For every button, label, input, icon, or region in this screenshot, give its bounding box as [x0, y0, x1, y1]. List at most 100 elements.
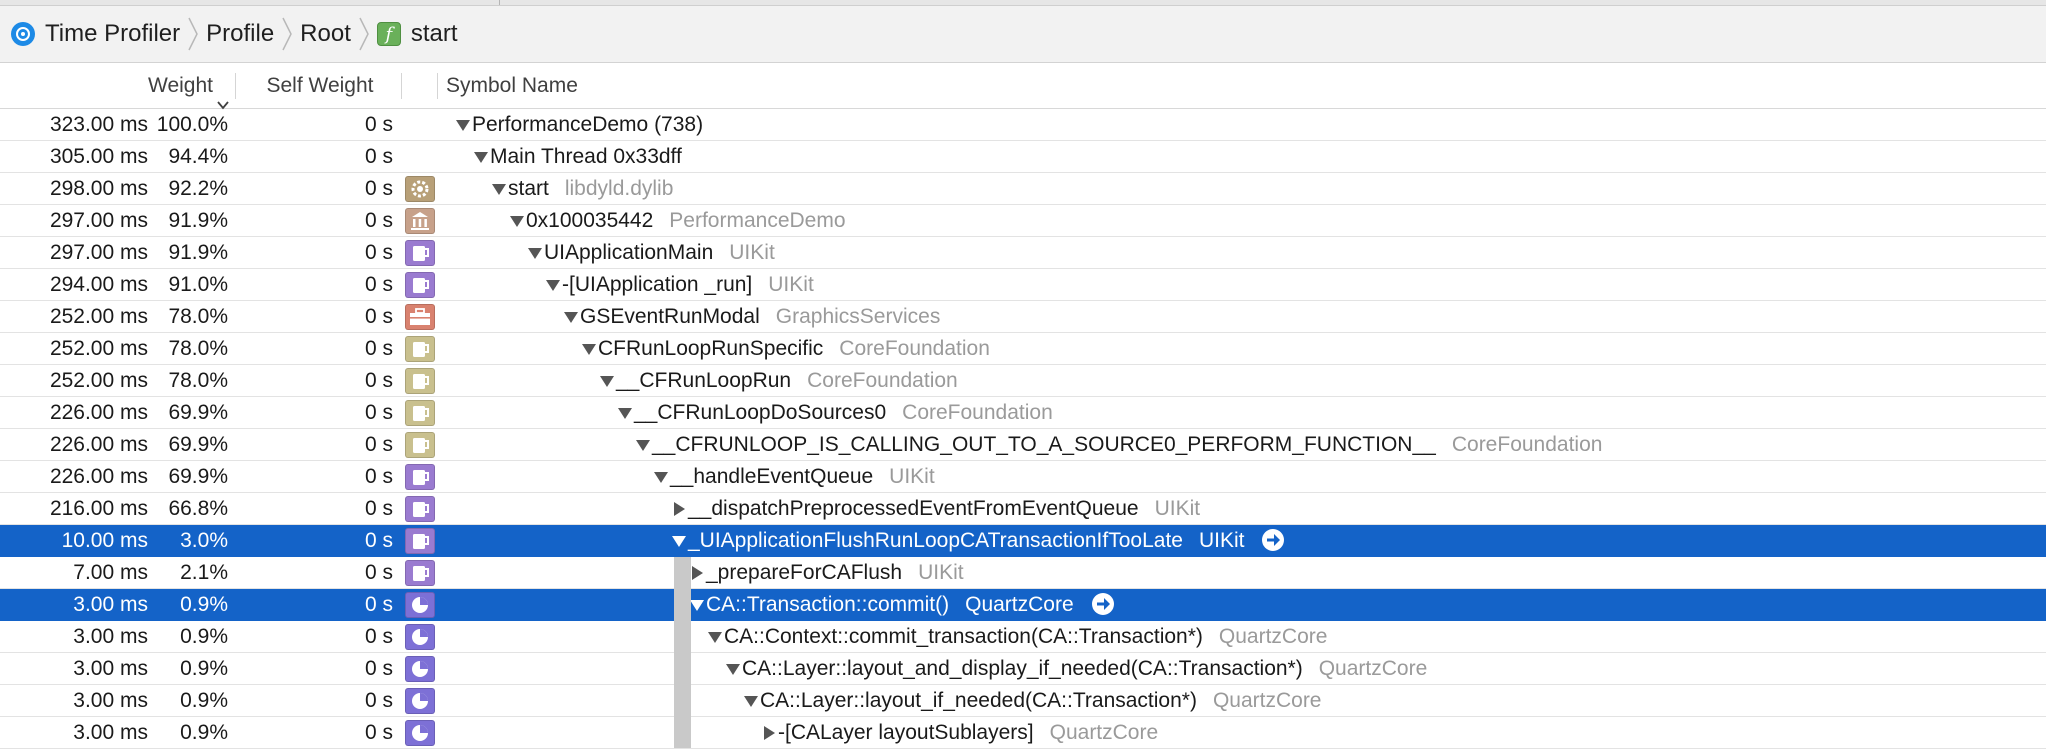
disclosure-triangle-expanded-icon[interactable] — [725, 654, 741, 675]
table-row[interactable]: 297.00 ms 91.9% 0 s 0x100035442 PerformanceD… — [0, 205, 2046, 237]
table-row[interactable]: 3.00 ms 0.9% 0 s -[CALayer layoutSublayers]… — [0, 717, 2046, 749]
table-row[interactable]: 305.00 ms 94.4% 0 s Main Thread 0x33dff — [0, 141, 2046, 173]
pie-icon — [405, 656, 435, 682]
breadcrumb-item-time-profiler[interactable]: Time Profiler — [0, 6, 180, 62]
weight-percent-cell: 92.2% — [168, 177, 228, 200]
table-row[interactable]: 226.00 ms 69.9% 0 s __CFRunLoopDoSources0 Co… — [0, 397, 2046, 429]
column-header-symbol-name[interactable]: Symbol Name — [446, 63, 578, 108]
tree-gutter-bar — [674, 557, 691, 748]
weight-ms-cell: 252.00 ms — [49, 369, 148, 392]
disclosure-triangle-collapsed-icon[interactable] — [689, 558, 705, 580]
disclosure-triangle-expanded-icon[interactable] — [689, 590, 705, 611]
table-row[interactable]: 298.00 ms 92.2% 0 s start libdyld.dylib — [0, 173, 2046, 205]
symbol-cell: CA::Context::commit_transaction(CA::Tran… — [707, 621, 1327, 652]
breadcrumb-label: Root — [300, 20, 351, 47]
cup-icon — [405, 368, 435, 394]
table-row[interactable]: 323.00 ms 100.0% 0 s PerformanceDemo (738) — [0, 109, 2046, 141]
weight-ms-cell: 305.00 ms — [49, 145, 148, 168]
table-row[interactable]: 3.00 ms 0.9% 0 s CA::Transaction::commit() Q… — [0, 589, 2046, 621]
disclosure-triangle-expanded-icon[interactable] — [671, 526, 687, 547]
disclosure-triangle-expanded-icon[interactable] — [545, 270, 561, 291]
weight-percent-cell: 2.1% — [180, 561, 228, 584]
cup-icon — [405, 432, 435, 458]
weight-ms-cell: 3.00 ms — [73, 721, 148, 744]
table-row[interactable]: 226.00 ms 69.9% 0 s __CFRUNLOOP_IS_CALLING_… — [0, 429, 2046, 461]
mug-icon — [405, 464, 435, 490]
breadcrumb-item-start[interactable]: f start — [376, 6, 458, 62]
navigate-arrow-icon[interactable] — [1091, 593, 1114, 615]
symbol-cell: Main Thread 0x33dff — [473, 141, 682, 172]
disclosure-triangle-expanded-icon[interactable] — [743, 686, 759, 707]
disclosure-triangle-expanded-icon[interactable] — [491, 174, 507, 195]
pie-icon — [405, 720, 435, 746]
library-name: UIKit — [1198, 529, 1245, 552]
symbol-cell: -[CALayer layoutSublayers] QuartzCore — [761, 717, 1158, 748]
disclosure-triangle-expanded-icon[interactable] — [581, 334, 597, 355]
table-row[interactable]: 252.00 ms 78.0% 0 s GSEventRunModal Graphics… — [0, 301, 2046, 333]
table-row[interactable]: 3.00 ms 0.9% 0 s CA::Layer::layout_and_disp… — [0, 653, 2046, 685]
column-divider[interactable] — [437, 73, 438, 99]
weight-percent-cell: 69.9% — [168, 465, 228, 488]
disclosure-triangle-expanded-icon[interactable] — [563, 302, 579, 323]
symbol-cell: UIApplicationMain UIKit — [527, 237, 775, 268]
table-row[interactable]: 226.00 ms 69.9% 0 s __handleEventQueue UIKit — [0, 461, 2046, 493]
symbol-name: -[CALayer layoutSublayers] — [778, 721, 1034, 744]
breadcrumb-item-root[interactable]: Root — [300, 6, 351, 62]
table-row[interactable]: 297.00 ms 91.9% 0 s UIApplicationMain UIKit — [0, 237, 2046, 269]
symbol-name: __dispatchPreprocessedEventFromEventQueu… — [688, 497, 1139, 520]
disclosure-triangle-expanded-icon[interactable] — [509, 206, 525, 227]
call-tree-table: 323.00 ms 100.0% 0 s PerformanceDemo (738) 3… — [0, 109, 2046, 749]
breadcrumb-label: start — [410, 20, 458, 47]
cup-icon — [405, 336, 435, 362]
breadcrumb-item-profile[interactable]: Profile — [206, 6, 274, 62]
column-divider[interactable] — [401, 73, 402, 99]
library-name: QuartzCore — [965, 593, 1074, 616]
weight-percent-cell: 69.9% — [168, 433, 228, 456]
library-name: CoreFoundation — [1451, 433, 1603, 456]
library-name: PerformanceDemo — [669, 209, 846, 232]
table-header: Weight Self Weight Symbol Name — [0, 63, 2046, 110]
weight-percent-cell: 100.0% — [156, 113, 228, 136]
weight-percent-cell: 78.0% — [168, 337, 228, 360]
disclosure-triangle-collapsed-icon[interactable] — [671, 494, 687, 516]
self-weight-cell: 0 s — [364, 689, 393, 712]
weight-percent-cell: 78.0% — [168, 305, 228, 328]
disclosure-triangle-expanded-icon[interactable] — [653, 462, 669, 483]
breadcrumb: Time Profiler Profile Root f start — [0, 6, 2046, 63]
self-weight-cell: 0 s — [364, 529, 393, 552]
cup-icon — [405, 400, 435, 426]
column-header-self-weight[interactable]: Self Weight — [236, 63, 404, 108]
table-row[interactable]: 294.00 ms 91.0% 0 s -[UIApplication _run] UI… — [0, 269, 2046, 301]
table-row[interactable]: 10.00 ms 3.0% 0 s _UIApplicationFlushRunLoo… — [0, 525, 2046, 557]
disclosure-triangle-expanded-icon[interactable] — [617, 398, 633, 419]
self-weight-cell: 0 s — [364, 465, 393, 488]
navigate-arrow-icon[interactable] — [1262, 529, 1285, 551]
self-weight-cell: 0 s — [364, 401, 393, 424]
table-row[interactable]: 3.00 ms 0.9% 0 s CA::Layer::layout_if_neede… — [0, 685, 2046, 717]
table-row[interactable]: 3.00 ms 0.9% 0 s CA::Context::commit_transa… — [0, 621, 2046, 653]
table-row[interactable]: 7.00 ms 2.1% 0 s _prepareForCAFlush UIKit — [0, 557, 2046, 589]
library-name: QuartzCore — [1049, 721, 1159, 744]
table-row[interactable]: 216.00 ms 66.8% 0 s __dispatchPreprocessedE… — [0, 493, 2046, 525]
symbol-name: CFRunLoopRunSpecific — [598, 337, 824, 360]
disclosure-triangle-expanded-icon[interactable] — [455, 110, 471, 131]
symbol-cell: _prepareForCAFlush UIKit — [689, 557, 964, 588]
library-name: UIKit — [768, 273, 814, 296]
column-header-weight[interactable]: Weight — [0, 63, 230, 110]
library-name: QuartzCore — [1212, 689, 1322, 712]
disclosure-triangle-expanded-icon[interactable] — [635, 430, 651, 451]
disclosure-triangle-collapsed-icon[interactable] — [761, 718, 777, 740]
self-weight-cell: 0 s — [364, 433, 393, 456]
weight-ms-cell: 3.00 ms — [73, 625, 148, 648]
weight-ms-cell: 226.00 ms — [49, 465, 148, 488]
table-row[interactable]: 252.00 ms 78.0% 0 s CFRunLoopRunSpecific Cor… — [0, 333, 2046, 365]
disclosure-triangle-expanded-icon[interactable] — [473, 142, 489, 163]
symbol-name: 0x100035442 — [526, 209, 654, 232]
library-name: CoreFoundation — [902, 401, 1053, 424]
self-weight-cell: 0 s — [364, 177, 393, 200]
table-row[interactable]: 252.00 ms 78.0% 0 s __CFRunLoopRun CoreFound… — [0, 365, 2046, 397]
disclosure-triangle-expanded-icon[interactable] — [527, 238, 543, 259]
disclosure-triangle-expanded-icon[interactable] — [707, 622, 723, 643]
mug-icon — [405, 496, 435, 522]
disclosure-triangle-expanded-icon[interactable] — [599, 366, 615, 387]
